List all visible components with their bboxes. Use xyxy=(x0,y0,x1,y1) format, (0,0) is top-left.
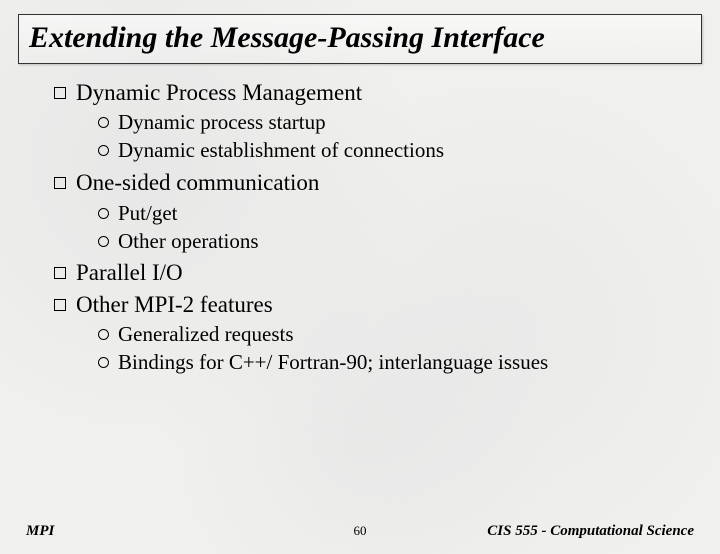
square-bullet-icon xyxy=(54,177,66,189)
slide-title: Extending the Message-Passing Interface xyxy=(29,21,691,55)
sublist-item: Other operations xyxy=(98,228,690,255)
sublist-item: Put/get xyxy=(98,200,690,227)
sublist: Dynamic process startup Dynamic establis… xyxy=(54,109,690,164)
sublist: Generalized requests Bindings for C++/ F… xyxy=(54,321,690,376)
list-item: Dynamic Process Management xyxy=(54,78,690,107)
list-item-label: One-sided communication xyxy=(76,168,319,197)
circle-bullet-icon xyxy=(98,117,109,128)
square-bullet-icon xyxy=(54,299,66,311)
footer-left: MPI xyxy=(26,523,54,540)
footer-right: CIS 555 - Computational Science xyxy=(487,523,694,540)
circle-bullet-icon xyxy=(98,208,109,219)
list-item: Other MPI-2 features xyxy=(54,290,690,319)
sublist-item-label: Put/get xyxy=(118,200,178,227)
sublist: Put/get Other operations xyxy=(54,200,690,255)
list-item: Parallel I/O xyxy=(54,258,690,287)
circle-bullet-icon xyxy=(98,236,109,247)
sublist-item-label: Other operations xyxy=(118,228,259,255)
square-bullet-icon xyxy=(54,87,66,99)
square-bullet-icon xyxy=(54,267,66,279)
list-item-label: Dynamic Process Management xyxy=(76,78,362,107)
title-box: Extending the Message-Passing Interface xyxy=(18,14,702,64)
sublist-item: Generalized requests xyxy=(98,321,690,348)
sublist-item-label: Dynamic establishment of connections xyxy=(118,137,444,164)
sublist-item-label: Generalized requests xyxy=(118,321,294,348)
content-area: Dynamic Process Management Dynamic proce… xyxy=(0,64,720,376)
circle-bullet-icon xyxy=(98,145,109,156)
sublist-item: Dynamic establishment of connections xyxy=(98,137,690,164)
footer: MPI 60 CIS 555 - Computational Science xyxy=(0,523,720,540)
sublist-item: Dynamic process startup xyxy=(98,109,690,136)
circle-bullet-icon xyxy=(98,357,109,368)
sublist-item: Bindings for C++/ Fortran-90; interlangu… xyxy=(98,349,690,376)
slide-number: 60 xyxy=(354,523,367,539)
circle-bullet-icon xyxy=(98,329,109,340)
list-item-label: Other MPI-2 features xyxy=(76,290,273,319)
sublist-item-label: Bindings for C++/ Fortran-90; interlangu… xyxy=(118,349,548,376)
list-item: One-sided communication xyxy=(54,168,690,197)
list-item-label: Parallel I/O xyxy=(76,258,183,287)
sublist-item-label: Dynamic process startup xyxy=(118,109,326,136)
